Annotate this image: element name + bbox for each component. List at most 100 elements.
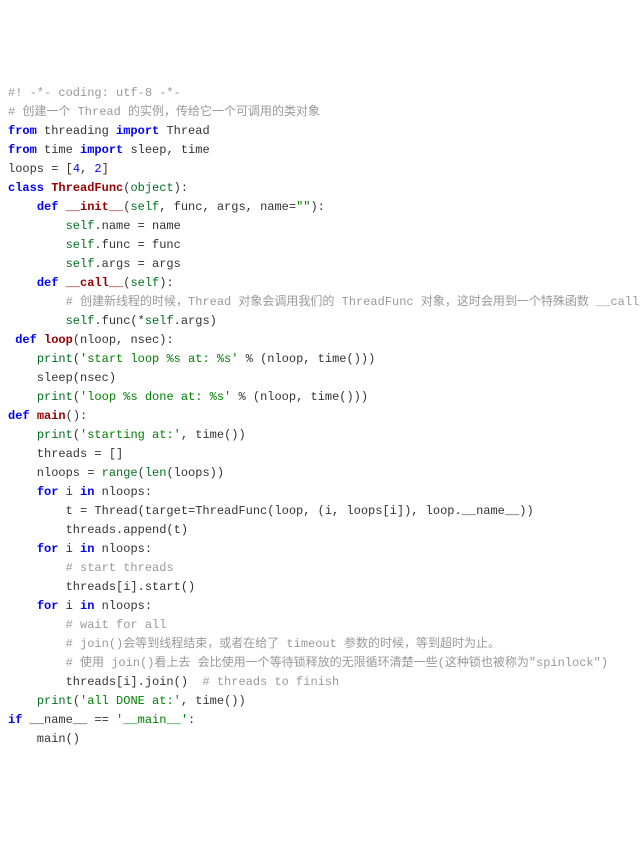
text: % (nloop, time()))	[238, 352, 375, 366]
indent	[8, 618, 66, 632]
text: ():	[66, 409, 88, 423]
text: nloops:	[94, 485, 152, 499]
indent	[8, 200, 37, 214]
code-line: for i in nloops:	[8, 597, 632, 616]
number: 2	[94, 162, 101, 176]
keyword: for	[37, 599, 59, 613]
text: (	[73, 352, 80, 366]
string: 'start loop %s at: %s'	[80, 352, 238, 366]
text: __name__ ==	[22, 713, 116, 727]
text: , func, args, name=	[159, 200, 296, 214]
keyword: in	[80, 542, 94, 556]
indent	[8, 656, 66, 670]
text: , time())	[181, 694, 246, 708]
text: (	[73, 428, 80, 442]
code-line: print('all DONE at:', time())	[8, 692, 632, 711]
builtin: print	[37, 352, 73, 366]
code-line: for i in nloops:	[8, 483, 632, 502]
text: sleep(nsec)	[8, 371, 116, 385]
number: 4	[73, 162, 80, 176]
text: time	[37, 143, 80, 157]
comment: #! -*- coding: utf-8 -*-	[8, 86, 181, 100]
comment: # 创建新线程的时候，Thread 对象会调用我们的 ThreadFunc 对象…	[66, 295, 640, 309]
keyword: def	[37, 200, 59, 214]
text: (	[73, 390, 80, 404]
builtin: self	[66, 314, 95, 328]
code-line: from time import sleep, time	[8, 141, 632, 160]
code-line: def main():	[8, 407, 632, 426]
indent	[8, 276, 37, 290]
text: nloops:	[94, 542, 152, 556]
code-line: #! -*- coding: utf-8 -*-	[8, 84, 632, 103]
code-line: threads[i].start()	[8, 578, 632, 597]
keyword: from	[8, 143, 37, 157]
keyword: if	[8, 713, 22, 727]
indent	[8, 238, 66, 252]
indent	[8, 542, 37, 556]
code-line: threads[i].join() # threads to finish	[8, 673, 632, 692]
text: main()	[8, 732, 80, 746]
code-line: print('start loop %s at: %s' % (nloop, t…	[8, 350, 632, 369]
text: .args)	[174, 314, 217, 328]
builtin: range	[102, 466, 138, 480]
indent	[8, 295, 66, 309]
keyword: def	[15, 333, 37, 347]
text: i	[58, 542, 80, 556]
builtin: print	[37, 428, 73, 442]
code-line: loops = [4, 2]	[8, 160, 632, 179]
text: t = Thread(target=ThreadFunc(loop, (i, l…	[8, 504, 534, 518]
text: (loops))	[166, 466, 224, 480]
string: 'all DONE at:'	[80, 694, 181, 708]
string: ""	[296, 200, 310, 214]
code-line: # 创建一个 Thread 的实例，传给它一个可调用的类对象	[8, 103, 632, 122]
text: .name = name	[94, 219, 180, 233]
keyword: class	[8, 181, 44, 195]
text: .func = func	[94, 238, 180, 252]
text: threads.append(t)	[8, 523, 188, 537]
builtin: len	[145, 466, 167, 480]
comment: # wait for all	[66, 618, 167, 632]
code-line: print('loop %s done at: %s' % (nloop, ti…	[8, 388, 632, 407]
text: % (nloop, time()))	[231, 390, 368, 404]
code-line: # wait for all	[8, 616, 632, 635]
text: i	[58, 599, 80, 613]
code-line: if __name__ == '__main__':	[8, 711, 632, 730]
code-line: main()	[8, 730, 632, 749]
function-name: loop	[44, 333, 73, 347]
text	[58, 276, 65, 290]
builtin: print	[37, 390, 73, 404]
text: threading	[37, 124, 116, 138]
text	[37, 333, 44, 347]
text: :	[188, 713, 195, 727]
indent	[8, 694, 37, 708]
keyword: import	[80, 143, 123, 157]
indent	[8, 637, 66, 651]
text: threads[i].join()	[8, 675, 202, 689]
string: '__main__'	[116, 713, 188, 727]
builtin: object	[130, 181, 173, 195]
text: threads = []	[8, 447, 123, 461]
comment: # join()会等到线程结束，或者在给了 timeout 参数的时候，等到超时…	[66, 637, 500, 651]
comment: # start threads	[66, 561, 174, 575]
text: loops = [	[8, 162, 73, 176]
string: 'starting at:'	[80, 428, 181, 442]
text: (nloop, nsec):	[73, 333, 174, 347]
indent	[8, 257, 66, 271]
text: ]	[102, 162, 109, 176]
code-line: threads.append(t)	[8, 521, 632, 540]
builtin: self	[66, 238, 95, 252]
code-block: #! -*- coding: utf-8 -*- # 创建一个 Thread 的实…	[8, 84, 632, 749]
text: (	[138, 466, 145, 480]
text: Thread	[159, 124, 209, 138]
text: ,	[80, 162, 94, 176]
keyword: def	[37, 276, 59, 290]
text	[30, 409, 37, 423]
code-line: # join()会等到线程结束，或者在给了 timeout 参数的时候，等到超时…	[8, 635, 632, 654]
builtin: self	[130, 276, 159, 290]
code-line: nloops = range(len(loops))	[8, 464, 632, 483]
code-line: from threading import Thread	[8, 122, 632, 141]
function-name: __call__	[66, 276, 124, 290]
keyword: from	[8, 124, 37, 138]
function-name: main	[37, 409, 66, 423]
text: nloops =	[8, 466, 102, 480]
